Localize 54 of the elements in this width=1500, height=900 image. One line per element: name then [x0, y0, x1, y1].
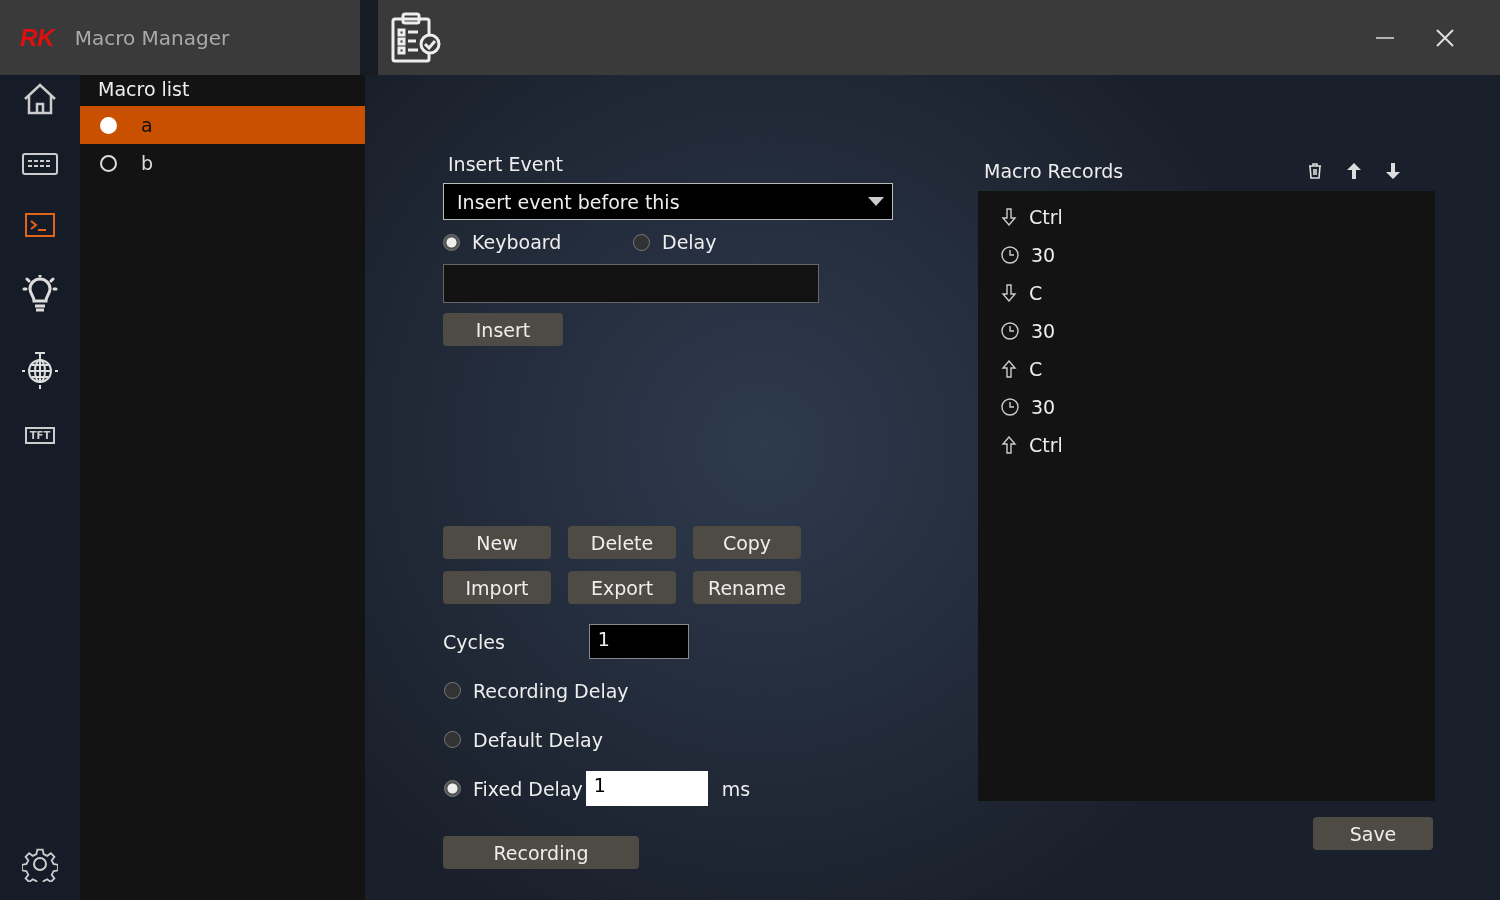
- clipboard-check-icon: [390, 11, 442, 64]
- home-icon[interactable]: [23, 83, 57, 115]
- window-title: Macro Manager: [74, 25, 230, 50]
- ms-unit-label: ms: [721, 777, 751, 800]
- macro-record-item[interactable]: 30: [1031, 320, 1056, 342]
- macro-action-button[interactable]: Delete: [568, 526, 676, 559]
- macro-list-title: Macro list: [97, 77, 191, 102]
- fixed-delay-input-field[interactable]: 1: [585, 771, 708, 806]
- macro-record-item[interactable]: 30: [1031, 244, 1056, 266]
- insert-event-label: Insert Event: [448, 153, 563, 175]
- close-button[interactable]: [1435, 27, 1455, 48]
- key-down-arrow-icon: [1001, 284, 1017, 302]
- settings-icon[interactable]: [22, 846, 58, 882]
- recording-button[interactable]: Recording: [443, 836, 639, 869]
- insert-button[interactable]: Insert: [443, 313, 563, 346]
- macro-record-item[interactable]: C: [1029, 358, 1043, 380]
- macro-list-item[interactable]: b: [80, 144, 365, 182]
- delay-mode-radio[interactable]: Default Delay: [444, 726, 603, 753]
- macro-list-item[interactable]: a: [80, 106, 365, 144]
- cycles-input-field[interactable]: 1: [588, 624, 689, 659]
- delay-mode-radio[interactable]: Recording Delay: [444, 677, 629, 704]
- keyboard-icon[interactable]: [22, 153, 58, 175]
- macro-record-item[interactable]: Ctrl: [1029, 206, 1063, 228]
- trash-icon[interactable]: [1308, 162, 1322, 179]
- macro-action-button[interactable]: Export: [568, 571, 676, 604]
- key-up-arrow-icon: [1001, 436, 1017, 454]
- cycles-label: Cycles: [443, 630, 505, 653]
- key-up-arrow-icon: [1001, 360, 1017, 378]
- macro-action-button[interactable]: Rename: [693, 571, 801, 604]
- move-up-icon[interactable]: [1347, 162, 1361, 179]
- macro-action-button[interactable]: Copy: [693, 526, 801, 559]
- key-down-arrow-icon: [1001, 208, 1017, 226]
- macro-record-item[interactable]: C: [1029, 282, 1043, 304]
- light-bulb-icon[interactable]: [22, 275, 58, 313]
- delay-mode-radio[interactable]: Fixed Delay: [444, 775, 583, 802]
- terminal-icon[interactable]: [25, 213, 55, 237]
- macro-action-button[interactable]: Import: [443, 571, 551, 604]
- macro-record-item[interactable]: 30: [1031, 396, 1056, 418]
- macro-records-title: Macro Records: [984, 159, 1124, 182]
- event-type-radio[interactable]: Delay: [633, 229, 823, 255]
- logo-icon: RK: [20, 23, 55, 52]
- move-down-icon[interactable]: [1386, 162, 1400, 179]
- save-button[interactable]: Save: [1313, 817, 1433, 850]
- macro-record-item[interactable]: Ctrl: [1029, 434, 1063, 456]
- event-type-radio[interactable]: Keyboard: [443, 229, 633, 255]
- clock-icon: [1001, 322, 1019, 340]
- event-input-field[interactable]: [443, 264, 819, 303]
- caret-icon: [868, 197, 884, 206]
- tft-icon[interactable]: TFT: [24, 427, 56, 444]
- clock-icon: [1001, 398, 1019, 416]
- clock-icon: [1001, 246, 1019, 264]
- position-dropdown[interactable]: Insert event before this: [443, 183, 893, 220]
- disco-ball-icon[interactable]: [21, 351, 59, 389]
- macro-action-button[interactable]: New: [443, 526, 551, 559]
